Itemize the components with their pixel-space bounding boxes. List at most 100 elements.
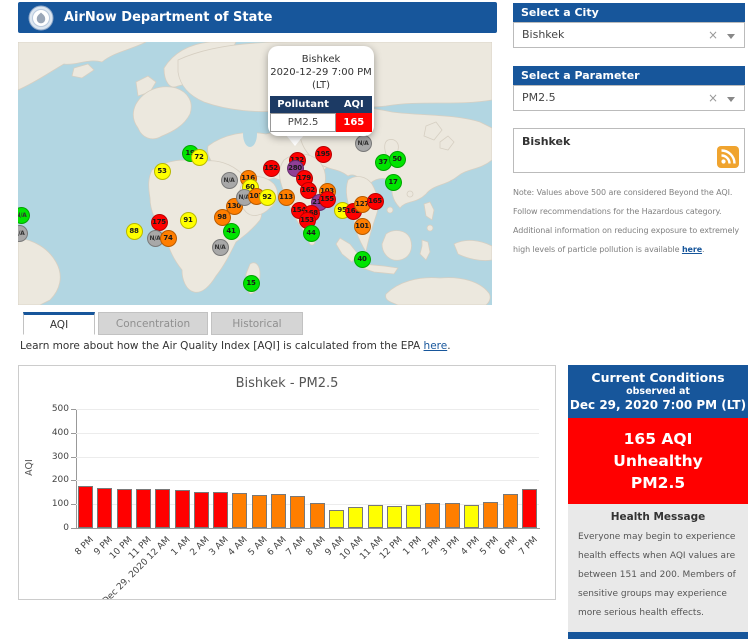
- y-axis-tick-mark: [71, 504, 76, 506]
- aqi-bar[interactable]: [232, 493, 248, 528]
- x-axis-tick-label: 6 AM: [265, 535, 289, 558]
- aqi-map-marker[interactable]: 113: [277, 188, 295, 206]
- health-message-title: Health Message: [610, 511, 706, 523]
- x-axis-tick-label: 8 AM: [304, 535, 328, 558]
- aqi-map-marker[interactable]: 15: [242, 274, 260, 292]
- y-axis-tick-label: 0: [63, 523, 69, 533]
- aqi-map-marker[interactable]: 50: [388, 150, 406, 168]
- aqi-bar[interactable]: [193, 491, 209, 528]
- x-axis-tick-label: 8 PM: [73, 535, 96, 558]
- aqi-bar[interactable]: [328, 509, 344, 528]
- aqi-bar[interactable]: [463, 504, 479, 528]
- aqi-bar[interactable]: [174, 490, 190, 528]
- x-axis-tick-label: 2 PM: [420, 535, 443, 558]
- aqi-map-marker[interactable]: 175: [150, 213, 168, 231]
- aqi-map-marker[interactable]: N/A: [211, 238, 229, 256]
- x-axis-tick-label: 5 PM: [478, 535, 501, 558]
- chart-gridline: [76, 456, 539, 458]
- aqi-bar[interactable]: [78, 486, 94, 528]
- tab-aqi[interactable]: AQI: [23, 312, 95, 335]
- popup-city: Bishkek: [301, 54, 341, 65]
- aqi-map-marker[interactable]: 195: [314, 145, 332, 163]
- current-aqi-value: 165 AQI: [623, 430, 693, 448]
- aqi-bar[interactable]: [251, 494, 267, 528]
- aqi-map-marker[interactable]: 53: [153, 162, 171, 180]
- city-select[interactable]: Bishkek ×: [513, 22, 745, 48]
- aqi-map-marker[interactable]: 165: [366, 192, 384, 210]
- current-aqi-pollutant: PM2.5: [630, 474, 686, 492]
- rss-feed-title: Bishkek: [522, 135, 571, 148]
- current-conditions-header: Current Conditions observed at Dec 29, 2…: [568, 365, 748, 418]
- parameter-select-value: PM2.5: [522, 91, 556, 104]
- aqi-bar[interactable]: [136, 488, 152, 528]
- parameter-clear-icon[interactable]: ×: [708, 86, 718, 110]
- x-axis-tick-label: 2 AM: [188, 535, 212, 558]
- aqi-map-marker[interactable]: 88: [125, 222, 143, 240]
- aqi-bar[interactable]: [406, 504, 422, 528]
- rss-icon[interactable]: [717, 146, 739, 168]
- aqi-bar[interactable]: [309, 502, 325, 528]
- y-axis-tick-label: 500: [51, 404, 69, 414]
- rss-feed-box: Bishkek: [513, 128, 745, 173]
- city-clear-icon[interactable]: ×: [708, 23, 718, 47]
- aqi-map-marker[interactable]: 72: [190, 148, 208, 166]
- aqi-bar[interactable]: [348, 507, 364, 528]
- aqi-map-marker[interactable]: N/A: [18, 206, 30, 224]
- x-axis-tick-label: 5 AM: [246, 535, 270, 558]
- aqi-bar[interactable]: [116, 488, 132, 528]
- y-axis-tick-label: 400: [51, 427, 69, 438]
- health-message-section: Health Message Everyone may begin to exp…: [568, 504, 748, 632]
- aqi-bar[interactable]: [213, 492, 229, 528]
- parameter-select[interactable]: PM2.5 ×: [513, 85, 745, 111]
- x-axis-tick-label: 7 AM: [284, 535, 308, 558]
- aqi-map-marker[interactable]: 152: [262, 159, 280, 177]
- tab-historical[interactable]: Historical: [211, 312, 303, 335]
- aqi-map-marker[interactable]: 155: [318, 190, 336, 208]
- aqi-map-marker[interactable]: N/A: [354, 134, 372, 152]
- aqi-map-marker[interactable]: N/A: [220, 171, 238, 189]
- x-axis-tick-label: 3 PM: [439, 535, 463, 558]
- particle-pollution-link[interactable]: here: [682, 245, 702, 254]
- parameter-dropdown-caret-icon[interactable]: [727, 97, 735, 102]
- view-tabs: AQI Concentration Historical: [18, 312, 303, 335]
- aqi-map-marker[interactable]: 101: [353, 217, 371, 235]
- aqi-map-marker[interactable]: 44: [302, 224, 320, 242]
- x-axis-tick-label: 4 PM: [459, 535, 482, 558]
- epa-aqi-link[interactable]: here: [424, 340, 448, 352]
- aqi-bar[interactable]: [521, 488, 537, 528]
- aqi-bar[interactable]: [367, 505, 383, 528]
- y-axis-label: AQI: [23, 459, 35, 476]
- observed-datetime: Dec 29, 2020 7:00 PM (LT): [569, 398, 747, 412]
- aqi-bar[interactable]: [271, 494, 287, 528]
- x-axis-tick-label: 1 PM: [401, 535, 424, 558]
- aqi-map-marker[interactable]: 91: [179, 211, 197, 229]
- aqi-bar[interactable]: [444, 502, 460, 528]
- aqi-map-marker[interactable]: 41: [222, 222, 240, 240]
- city-dropdown-caret-icon[interactable]: [727, 34, 735, 39]
- aqi-bar[interactable]: [483, 501, 499, 528]
- popup-col-aqi: AQI: [335, 96, 372, 114]
- aqi-bar[interactable]: [97, 488, 113, 528]
- aqi-map-marker[interactable]: 74: [159, 229, 177, 247]
- app-header: AirNow Department of State: [18, 2, 497, 33]
- aqi-bar[interactable]: [502, 493, 518, 528]
- aqi-bar[interactable]: [155, 489, 171, 528]
- tab-concentration[interactable]: Concentration: [98, 312, 208, 335]
- beyond-aqi-note: Note: Values above 500 are considered Be…: [513, 183, 749, 259]
- y-axis-tick-label: 200: [51, 475, 69, 486]
- aqi-map-marker[interactable]: 40: [353, 250, 371, 268]
- chart-title: Bishkek - PM2.5: [235, 376, 339, 391]
- aqi-bar[interactable]: [290, 495, 306, 528]
- aqi-map-marker[interactable]: 92: [258, 188, 276, 206]
- aqi-map-marker[interactable]: 17: [384, 173, 402, 191]
- chart-gridline: [76, 432, 539, 434]
- aqi-bar[interactable]: [386, 505, 402, 528]
- conditions-panel-footer: [568, 632, 748, 639]
- aqi-world-map[interactable]: N/AN/A19725388175N/A74919813041N/AN/A116…: [18, 42, 492, 305]
- x-axis-tick-label: 7 PM: [516, 535, 540, 558]
- aqi-chart-card: Bishkek - PM2.5 AQI 0 100 200 300 400 500 8 PM…: [18, 365, 556, 600]
- aqi-bar[interactable]: [425, 502, 441, 528]
- x-axis-tick-label: 3 AM: [207, 535, 231, 558]
- y-axis-tick-mark: [71, 480, 76, 482]
- city-select-header: Select a City: [513, 3, 745, 22]
